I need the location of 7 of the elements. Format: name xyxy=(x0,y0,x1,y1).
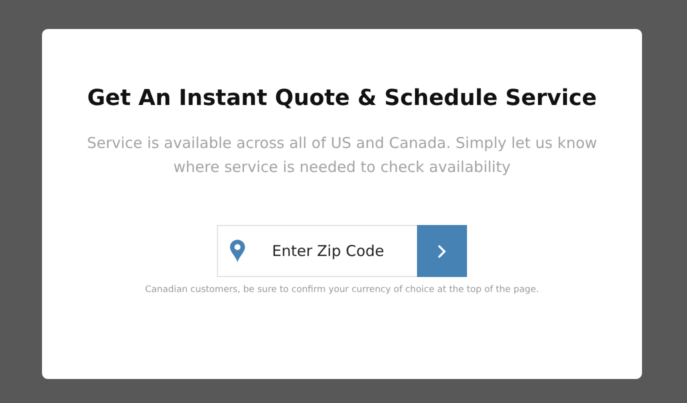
dialog-title: Get An Instant Quote & Schedule Service xyxy=(86,85,598,113)
zip-code-field[interactable]: Enter Zip Code xyxy=(217,225,417,277)
chevron-right-icon xyxy=(437,244,447,258)
submit-button[interactable] xyxy=(417,225,467,277)
currency-note: Canadian customers, be sure to confirm your currency of choice at the top of the page. xyxy=(144,285,540,295)
map-pin-icon xyxy=(230,239,245,263)
dialog-description: Service is available across all of US and Canada. Simply let us know where service is needed to check availability xyxy=(86,133,598,178)
